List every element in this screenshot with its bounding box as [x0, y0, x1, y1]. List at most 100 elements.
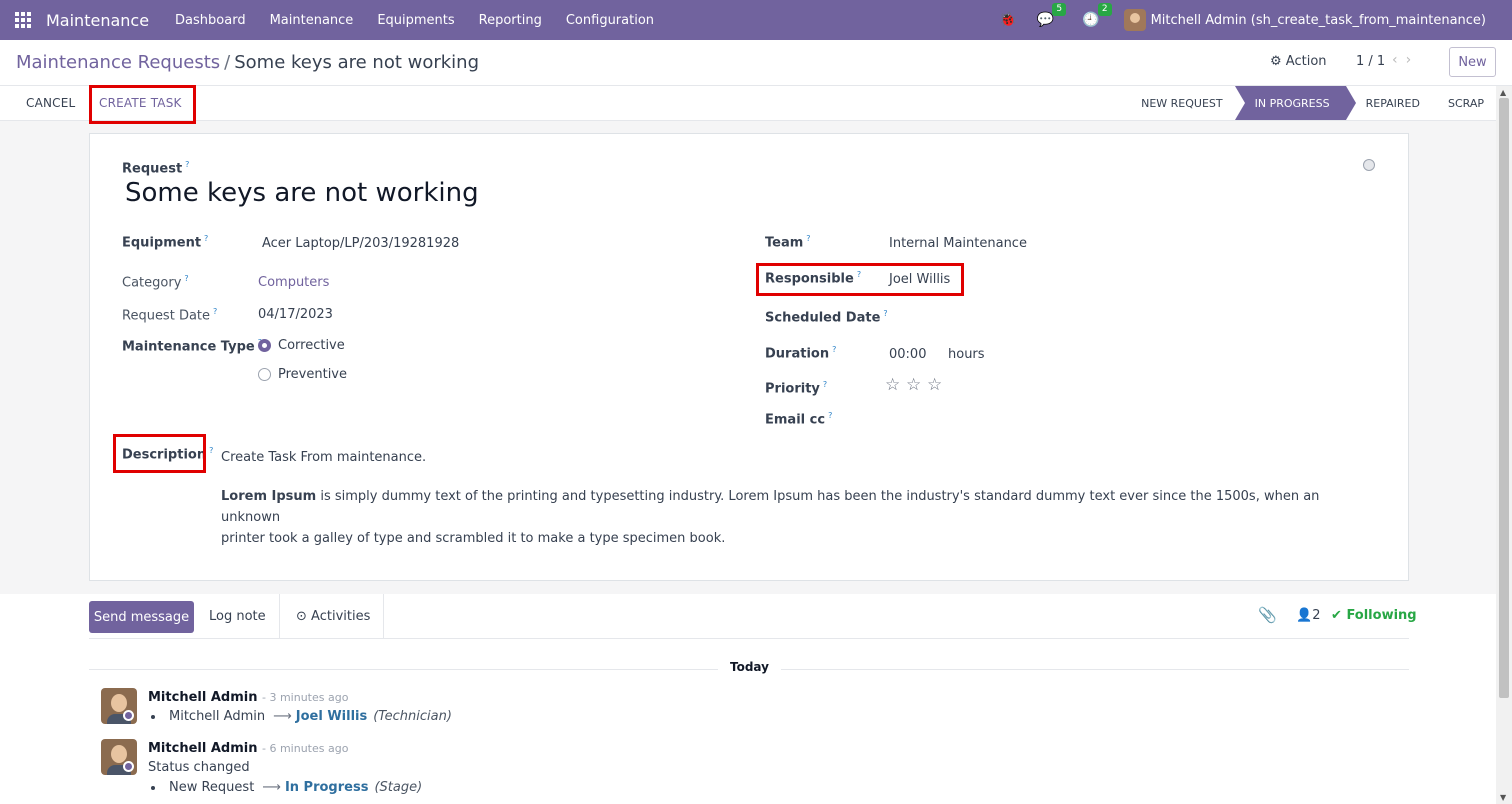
tracking-line: New Request ⟶ In Progress (Stage) [151, 780, 422, 795]
user-avatar [1123, 9, 1146, 31]
tracking-old-value: New Request [169, 780, 255, 795]
create-task-highlight [89, 85, 196, 124]
responsible-highlight [756, 263, 964, 296]
stage-in-progress[interactable]: IN PROGRESS [1234, 86, 1356, 120]
menu-equipments[interactable]: Equipments [365, 13, 466, 28]
paperclip-icon[interactable]: 📎 [1258, 606, 1277, 624]
activities-badge: 2 [1097, 3, 1112, 16]
radio-dot-selected[interactable] [258, 339, 271, 352]
stage-repaired[interactable]: REPAIRED [1346, 86, 1432, 120]
check-icon: ✔ [1331, 608, 1342, 623]
category-label: Category? [122, 274, 189, 291]
message-author[interactable]: Mitchell Admin - 6 minutes ago [148, 741, 348, 756]
chevron-right-icon[interactable]: › [1406, 52, 1420, 68]
tracking-field: (Technician) [373, 709, 452, 724]
radio-preventive[interactable]: Preventive [258, 367, 347, 382]
star-icon[interactable]: ☆ [927, 375, 942, 395]
stage-scrap[interactable]: SCRAP [1432, 86, 1496, 120]
request-date-field[interactable]: 04/17/2023 [258, 307, 333, 322]
equipment-label: Equipment? [122, 234, 209, 251]
log-note-button[interactable]: Log note [209, 609, 266, 624]
arrow-right-icon: ⟶ [273, 709, 292, 724]
stage-new-request[interactable]: NEW REQUEST [1129, 86, 1235, 120]
radio-corrective-label: Corrective [278, 338, 345, 353]
star-icon[interactable]: ☆ [885, 375, 900, 395]
kanban-state-circle[interactable] [1363, 159, 1375, 171]
duration-unit: hours [948, 347, 985, 362]
clock-icon: ⊙ [296, 609, 307, 624]
request-title[interactable]: Some keys are not working [125, 178, 479, 208]
scroll-down-icon[interactable]: ▼ [1500, 793, 1506, 802]
radio-dot[interactable] [258, 368, 271, 381]
menu-reporting[interactable]: Reporting [467, 13, 554, 28]
following-label: Following [1346, 608, 1417, 623]
app-brand[interactable]: Maintenance [46, 11, 149, 30]
equipment-field[interactable]: Acer Laptop/LP/203/19281928 [262, 236, 459, 251]
tab-divider [383, 594, 384, 639]
breadcrumb-separator: / [224, 52, 231, 73]
tracking-new-value: In Progress [284, 780, 369, 795]
breadcrumb-current: Some keys are not working [234, 52, 480, 73]
page-scrollbar[interactable]: ▲ ▼ [1496, 86, 1512, 804]
breadcrumb-maintenance-requests[interactable]: Maintenance Requests [16, 52, 220, 73]
request-label: Request? [122, 160, 190, 177]
user-icon: 👤 [1296, 608, 1313, 623]
message-time: - 6 minutes ago [261, 742, 349, 755]
category-field[interactable]: Computers [258, 275, 329, 290]
scheduled-date-label: Scheduled Date? [765, 309, 888, 326]
maintenance-type-label: Maintenance Type? [122, 338, 262, 355]
following-button[interactable]: ✔ Following [1331, 608, 1417, 623]
send-message-button[interactable]: Send message [89, 601, 194, 633]
message-body: Status changed [148, 760, 250, 775]
control-panel: Maintenance Requests / Some keys are not w… [0, 40, 1512, 86]
activities-button[interactable]: ⊙ Activities [296, 609, 370, 624]
priority-label: Priority? [765, 380, 828, 397]
chatter-divider [89, 638, 1409, 639]
tracking-new-value: Joel Willis [295, 709, 368, 724]
form-sheet: Request? Some keys are not working Equip… [89, 133, 1409, 581]
menu-configuration[interactable]: Configuration [554, 13, 666, 28]
menu-maintenance[interactable]: Maintenance [258, 13, 366, 28]
scroll-up-icon[interactable]: ▲ [1500, 88, 1506, 97]
chatter: Send message Log note ⊙ Activities 📎 👤2 … [0, 594, 1496, 804]
followers-count: 2 [1312, 608, 1321, 623]
cancel-button[interactable]: CANCEL [26, 96, 75, 110]
tab-divider [279, 594, 280, 639]
stage-pipeline: NEW REQUEST IN PROGRESS REPAIRED SCRAP [1129, 86, 1496, 120]
team-field[interactable]: Internal Maintenance [889, 236, 1027, 251]
team-label: Team? [765, 234, 811, 251]
followers-button[interactable]: 👤2 [1296, 608, 1320, 623]
scroll-thumb[interactable] [1499, 98, 1509, 698]
star-icon[interactable]: ☆ [906, 375, 921, 395]
activities-clock-icon[interactable]: 🕘 2 [1082, 3, 1112, 28]
tracking-line: Mitchell Admin ⟶ Joel Willis (Technician) [151, 709, 452, 724]
email-cc-label: Email cc? [765, 411, 833, 428]
messages-icon[interactable]: 💬 5 [1037, 3, 1067, 28]
description-line1[interactable]: Create Task From maintenance. [221, 447, 426, 468]
description-bold: Lorem Ipsum [221, 489, 317, 504]
tracking-field: (Stage) [374, 780, 423, 795]
presence-indicator [123, 761, 134, 772]
date-separator-today: Today [718, 660, 781, 674]
radio-preventive-label: Preventive [278, 367, 347, 382]
action-button[interactable]: ⚙ Action [1270, 54, 1327, 69]
description-body[interactable]: Lorem Ipsum is simply dummy text of the … [221, 486, 1351, 549]
arrow-right-icon: ⟶ [262, 780, 281, 795]
message-time: - 3 minutes ago [261, 691, 349, 704]
request-date-label: Request Date? [122, 307, 218, 324]
tracking-old-value: Mitchell Admin [169, 709, 266, 724]
new-button[interactable]: New [1449, 47, 1496, 77]
radio-corrective[interactable]: Corrective [258, 338, 345, 353]
apps-menu-icon[interactable] [0, 0, 46, 40]
pager-value[interactable]: 1 / 1 [1356, 54, 1385, 69]
breadcrumb: Maintenance Requests / Some keys are not w… [16, 52, 479, 73]
user-menu[interactable]: Mitchell Admin (sh_create_task_from_main… [1123, 9, 1486, 31]
menu-dashboard[interactable]: Dashboard [163, 13, 258, 28]
user-name: Mitchell Admin (sh_create_task_from_main… [1150, 12, 1486, 28]
debug-bug-icon[interactable]: 🐞 [999, 12, 1016, 28]
duration-label: Duration? [765, 345, 837, 362]
description-text-2: printer took a galley of type and scramb… [221, 531, 726, 546]
duration-field[interactable]: 00:00 [889, 347, 926, 362]
chevron-left-icon[interactable]: ‹ [1392, 52, 1406, 68]
message-author[interactable]: Mitchell Admin - 3 minutes ago [148, 690, 348, 705]
